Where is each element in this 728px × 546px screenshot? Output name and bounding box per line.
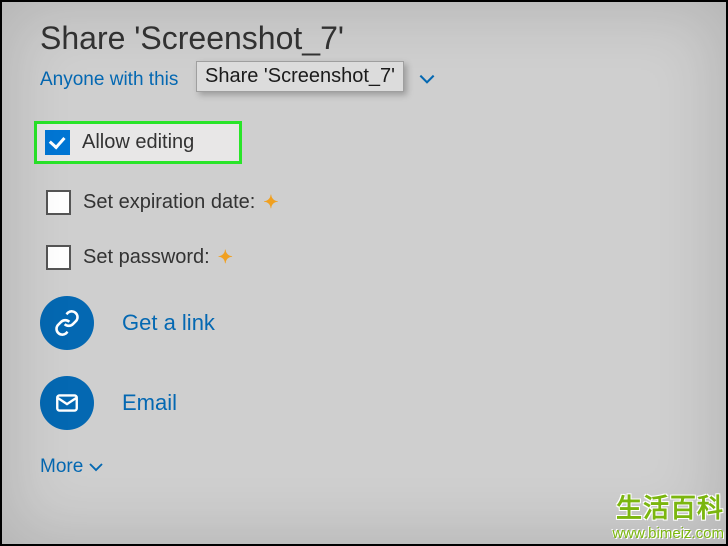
expiration-label: Set expiration date: (83, 191, 255, 214)
more-label: More (40, 456, 83, 478)
checkmark-icon (48, 132, 65, 149)
plus-icon: ✦ (263, 192, 278, 213)
watermark: 生活百科 www.bimeiz.com (612, 488, 724, 542)
email-label: Email (122, 390, 177, 416)
password-label: Set password: (83, 246, 210, 269)
tooltip: Share 'Screenshot_7' (196, 61, 404, 92)
checkbox-expiration[interactable] (46, 190, 71, 215)
checkbox-password[interactable] (46, 245, 71, 270)
email-icon (54, 390, 80, 416)
link-icon (53, 309, 81, 337)
get-link-button[interactable] (40, 296, 94, 350)
get-link-label: Get a link (122, 310, 215, 336)
option-allow-editing[interactable]: Allow editing (34, 121, 242, 164)
link-settings-row[interactable]: Anyone with this Share 'Screenshot_7' (40, 69, 688, 91)
dialog-title: Share 'Screenshot_7' (40, 20, 688, 57)
share-dialog: Share 'Screenshot_7' Anyone with this Sh… (0, 0, 728, 498)
email-button[interactable] (40, 376, 94, 430)
plus-icon: ✦ (218, 247, 233, 268)
chevron-down-icon (87, 458, 105, 476)
checkbox-allow-editing[interactable] (45, 130, 70, 155)
action-get-link[interactable]: Get a link (40, 296, 688, 350)
chevron-down-icon[interactable] (417, 69, 439, 91)
option-password[interactable]: Set password: ✦ (40, 241, 688, 274)
allow-editing-label: Allow editing (82, 131, 194, 154)
more-button[interactable]: More (40, 456, 688, 478)
watermark-url: www.bimeiz.com (612, 525, 724, 542)
action-email[interactable]: Email (40, 376, 688, 430)
watermark-cn: 生活百科 (612, 488, 724, 525)
option-expiration[interactable]: Set expiration date: ✦ (40, 186, 688, 219)
link-description[interactable]: Anyone with this (40, 69, 178, 91)
